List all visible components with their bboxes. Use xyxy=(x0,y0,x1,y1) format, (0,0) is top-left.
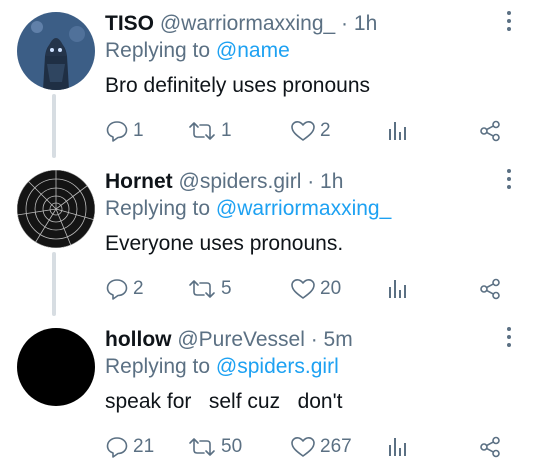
retweet-icon xyxy=(189,122,215,140)
retweet-icon xyxy=(189,280,215,298)
reply-icon xyxy=(106,279,128,300)
tweet-header: Hornet @spiders.girl · 1h xyxy=(105,168,343,196)
analytics-button[interactable] xyxy=(385,432,409,462)
heart-icon xyxy=(291,279,315,299)
replying-to-label: Replying to xyxy=(105,39,216,62)
like-count: 267 xyxy=(320,436,352,457)
mention-link[interactable]: @warriormaxxing_ xyxy=(216,197,391,220)
retweet-button[interactable]: 5 xyxy=(187,274,232,304)
mention-link[interactable]: @name xyxy=(216,39,290,62)
replying-to-label: Replying to xyxy=(105,355,216,378)
heart-icon xyxy=(291,437,315,457)
display-name[interactable]: Hornet xyxy=(105,170,173,193)
more-options-icon[interactable] xyxy=(498,8,520,34)
tweet[interactable]: TISO @warriormaxxing_ · 1h Replying to @… xyxy=(0,0,540,158)
tweet-header: TISO @warriormaxxing_ · 1h xyxy=(105,10,377,38)
tweet-text: speak for self cuz don't xyxy=(105,390,343,413)
more-options-icon[interactable] xyxy=(498,166,520,192)
handle-and-time: @warriormaxxing_ · 1h xyxy=(159,12,378,35)
analytics-icon xyxy=(389,438,406,456)
like-button[interactable]: 2 xyxy=(290,116,331,146)
share-button[interactable] xyxy=(478,116,502,146)
reply-button[interactable]: 2 xyxy=(105,274,144,304)
analytics-button[interactable] xyxy=(385,274,409,304)
retweet-count: 1 xyxy=(221,120,232,141)
analytics-button[interactable] xyxy=(385,116,409,146)
like-button[interactable]: 267 xyxy=(290,432,352,462)
reply-icon xyxy=(106,121,128,142)
replying-to: Replying to @warriormaxxing_ xyxy=(105,195,391,223)
retweet-count: 50 xyxy=(221,436,243,457)
share-icon xyxy=(480,278,500,300)
share-button[interactable] xyxy=(478,432,502,462)
avatar-image xyxy=(17,170,95,248)
analytics-icon xyxy=(389,280,406,298)
avatar[interactable] xyxy=(17,328,95,406)
more-options-icon[interactable] xyxy=(498,324,520,350)
retweet-count: 5 xyxy=(221,278,232,299)
tweet[interactable]: hollow @PureVessel · 5m Replying to @spi… xyxy=(0,316,540,474)
handle-and-time: @spiders.girl · 1h xyxy=(178,170,344,193)
reply-count: 21 xyxy=(133,436,155,457)
tweet[interactable]: Hornet @spiders.girl · 1h Replying to @w… xyxy=(0,158,540,316)
handle-and-time: @PureVessel · 5m xyxy=(177,328,353,351)
thread-line xyxy=(52,94,56,158)
display-name[interactable]: hollow xyxy=(105,328,172,351)
reply-icon xyxy=(106,437,128,458)
analytics-icon xyxy=(389,122,406,140)
tweet-header: hollow @PureVessel · 5m xyxy=(105,326,353,354)
replying-to: Replying to @spiders.girl xyxy=(105,353,339,381)
share-icon xyxy=(480,120,500,142)
retweet-icon xyxy=(189,438,215,456)
retweet-button[interactable]: 50 xyxy=(187,432,242,462)
reply-button[interactable]: 1 xyxy=(105,116,144,146)
avatar[interactable] xyxy=(17,170,95,248)
like-button[interactable]: 20 xyxy=(290,274,341,304)
tweet-text: Everyone uses pronouns. xyxy=(105,232,344,255)
avatar[interactable] xyxy=(17,12,95,90)
mention-link[interactable]: @spiders.girl xyxy=(216,355,339,378)
thread-line xyxy=(52,252,56,316)
avatar-image xyxy=(17,12,95,90)
reply-button[interactable]: 21 xyxy=(105,432,154,462)
display-name[interactable]: TISO xyxy=(105,12,154,35)
reply-count: 1 xyxy=(133,120,144,141)
like-count: 2 xyxy=(320,120,331,141)
retweet-button[interactable]: 1 xyxy=(187,116,232,146)
tweet-text: Bro definitely uses pronouns xyxy=(105,74,370,97)
like-count: 20 xyxy=(320,278,342,299)
share-button[interactable] xyxy=(478,274,502,304)
reply-count: 2 xyxy=(133,278,144,299)
replying-to: Replying to @name xyxy=(105,37,290,65)
replying-to-label: Replying to xyxy=(105,197,216,220)
heart-icon xyxy=(291,121,315,141)
share-icon xyxy=(480,436,500,458)
